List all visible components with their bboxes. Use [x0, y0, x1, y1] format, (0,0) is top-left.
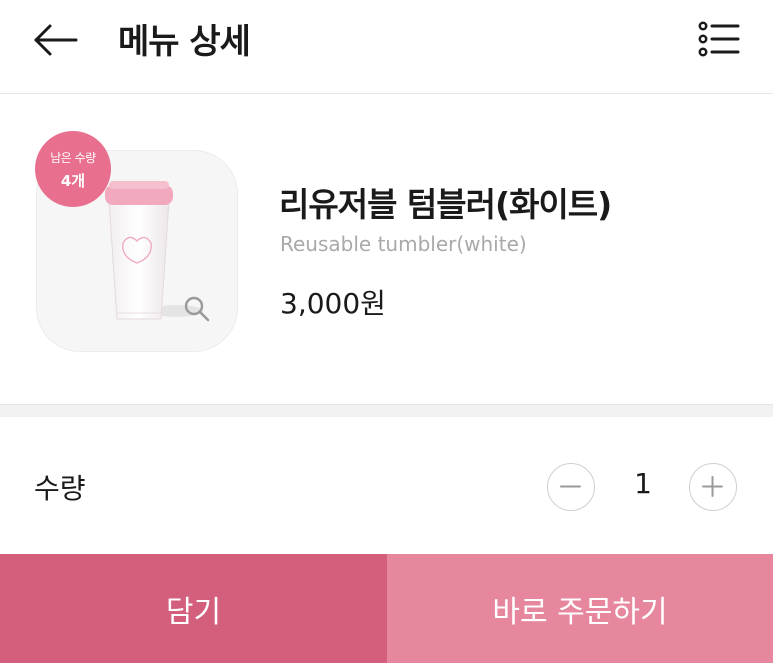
- stock-label: 남은 수량: [50, 151, 96, 165]
- app-header: 메뉴 상세: [0, 0, 773, 94]
- add-to-cart-button[interactable]: 담기: [0, 554, 387, 663]
- list-icon: [698, 21, 740, 57]
- quantity-decrease-button[interactable]: [547, 463, 595, 511]
- order-now-button[interactable]: 바로 주문하기: [387, 554, 773, 663]
- quantity-value: 1: [634, 467, 652, 500]
- back-button[interactable]: [30, 18, 82, 62]
- section-divider: [0, 404, 773, 417]
- stock-badge: 남은 수량 4개: [35, 131, 111, 207]
- stock-count: 4개: [60, 172, 86, 190]
- product-price: 3,000원: [280, 287, 386, 320]
- menu-list-button[interactable]: [694, 18, 742, 62]
- quantity-row: 수량 1: [0, 417, 773, 554]
- arrow-left-icon: [34, 24, 78, 56]
- product-name-korean: 리유저블 텀블러(화이트): [279, 185, 612, 224]
- quantity-label: 수량: [34, 472, 86, 505]
- product-section: 남은 수량 4개 리유저블 텀블러(화이트) Reusable tumbler(…: [0, 94, 773, 404]
- minus-icon: [560, 485, 581, 488]
- product-name-english: Reusable tumbler(white): [280, 232, 527, 256]
- quantity-increase-button[interactable]: [689, 463, 737, 511]
- magnifier-icon[interactable]: [182, 294, 212, 324]
- page-title: 메뉴 상세: [118, 22, 251, 62]
- plus-icon: [702, 476, 723, 497]
